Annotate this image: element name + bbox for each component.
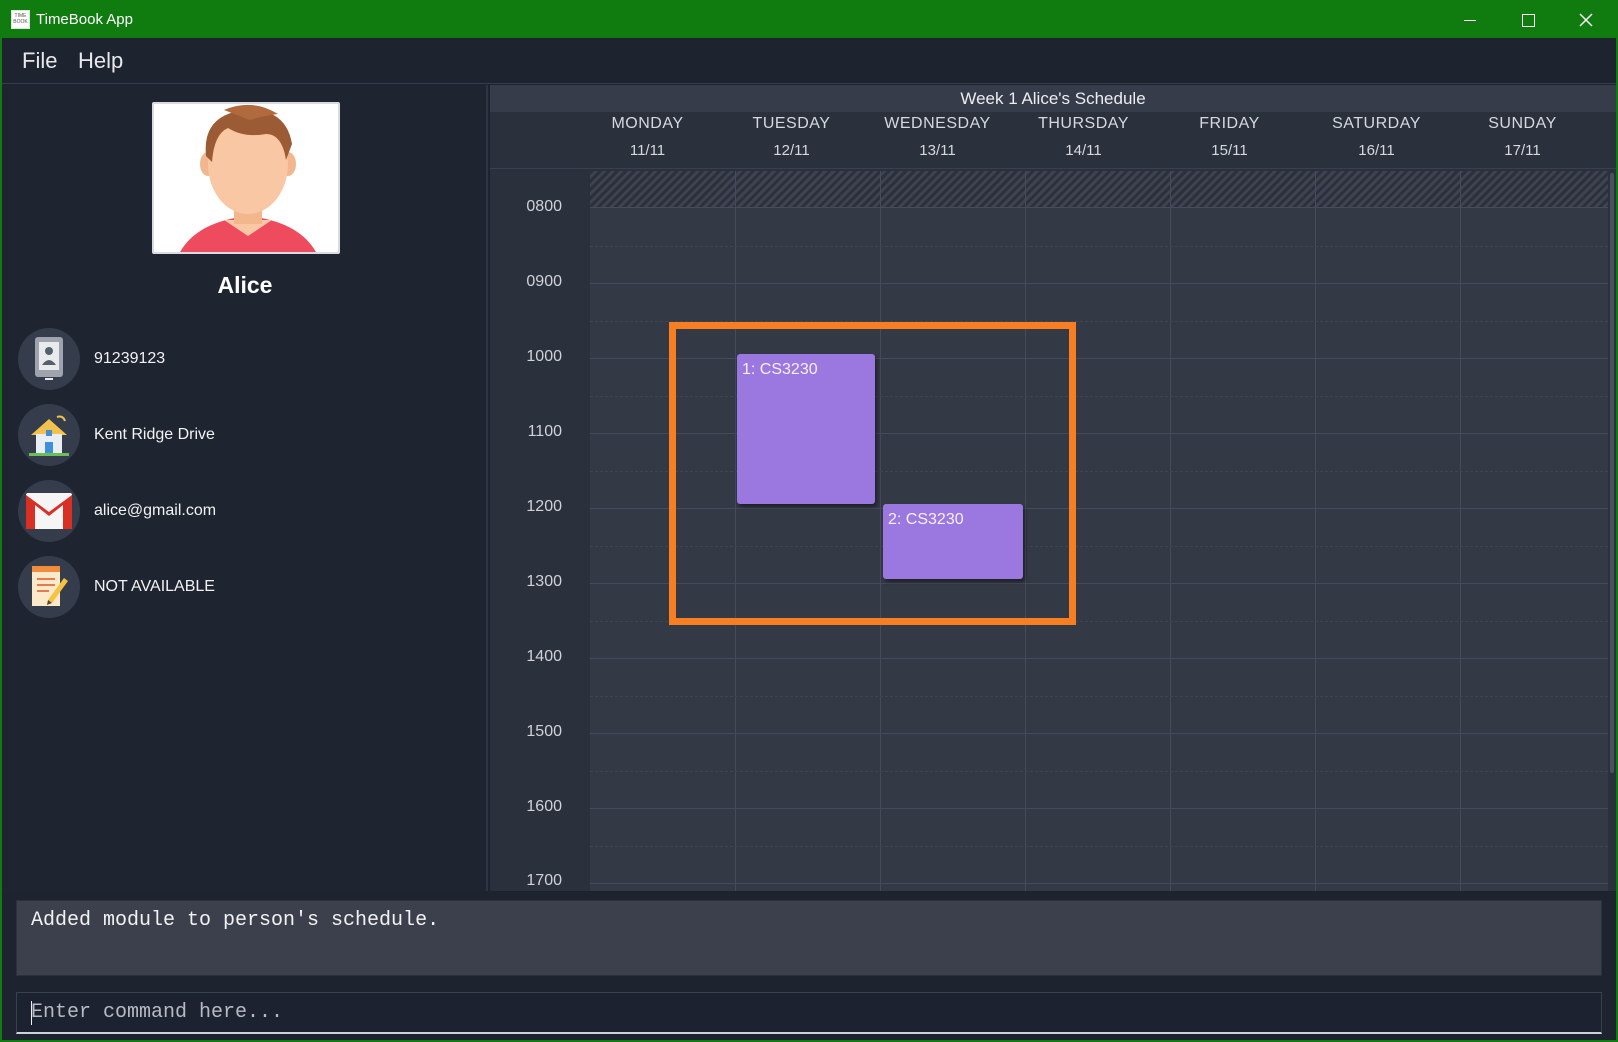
schedule-title: Week 1 Alice's Schedule (960, 89, 1146, 108)
time-label: 1400 (526, 648, 562, 665)
grid-line (590, 771, 1608, 772)
day-header-friday: FRIDAY 15/11 (1157, 115, 1302, 159)
grid-line (1170, 171, 1171, 891)
grid-line (590, 808, 1608, 809)
grid-line (590, 246, 1608, 247)
day-date: 14/11 (1065, 142, 1102, 159)
schedule-title-bar: Week 1 Alice's Schedule (490, 85, 1616, 112)
time-label: 0800 (526, 198, 562, 215)
schedule-scrollbar[interactable] (1610, 173, 1614, 773)
remark-row: NOT AVAILABLE (18, 556, 468, 620)
day-date: 12/11 (773, 142, 810, 159)
title-bar: TIME BOOK TimeBook App (2, 2, 1616, 38)
gmail-icon (18, 480, 80, 542)
notepad-icon (18, 556, 80, 618)
phone-value: 91239123 (94, 350, 166, 367)
time-label: 1000 (526, 348, 562, 365)
grid-line (1315, 171, 1316, 891)
grid-line (590, 696, 1608, 697)
time-label: 1700 (526, 872, 562, 889)
grid-line (1460, 171, 1461, 891)
day-header-monday: MONDAY 11/11 (575, 115, 720, 159)
person-name: Alice (217, 272, 273, 298)
maximize-button[interactable] (1500, 2, 1556, 38)
phone-icon (18, 328, 80, 390)
house-icon (18, 404, 80, 466)
day-name: MONDAY (611, 115, 684, 132)
menu-help[interactable]: Help (78, 48, 123, 74)
blocked-time-band (590, 171, 1608, 208)
address-row: Kent Ridge Drive (18, 404, 468, 468)
app-window: TIME BOOK TimeBook App File Help Alice 9… (0, 0, 1618, 1042)
time-label: 1500 (526, 723, 562, 740)
day-header-wednesday: WEDNESDAY 13/11 (865, 115, 1010, 159)
close-button[interactable] (1558, 2, 1614, 38)
grid-line (590, 883, 1608, 884)
grid-line (590, 658, 1608, 659)
grid-line (590, 283, 1608, 284)
email-value: alice@gmail.com (94, 502, 217, 519)
result-display: Added module to person's schedule. (16, 900, 1602, 976)
day-date: 15/11 (1211, 142, 1248, 159)
text-caret (31, 1001, 32, 1025)
avatar (152, 102, 340, 254)
phone-row: 91239123 (18, 328, 468, 392)
window-title: TimeBook App (36, 11, 133, 28)
command-box[interactable] (16, 992, 1602, 1034)
time-label: 0900 (526, 273, 562, 290)
email-row: alice@gmail.com (18, 480, 468, 544)
time-label: 1600 (526, 798, 562, 815)
menu-file[interactable]: File (22, 48, 57, 74)
day-date: 17/11 (1504, 142, 1541, 159)
day-name: TUESDAY (752, 115, 831, 132)
close-icon (1579, 13, 1593, 27)
menu-bar: File Help (2, 38, 1616, 84)
schedule-header: Week 1 Alice's Schedule MONDAY 11/11 TUE… (490, 85, 1616, 169)
person-detail-panel: Alice 91239123 Kent Ridge Drive alice@gm… (2, 85, 488, 891)
day-name: FRIDAY (1199, 115, 1260, 132)
day-date: 11/11 (629, 142, 666, 159)
day-date: 16/11 (1358, 142, 1395, 159)
day-name: THURSDAY (1038, 115, 1129, 132)
day-name: WEDNESDAY (884, 115, 991, 132)
highlight-annotation (669, 322, 1076, 625)
command-input[interactable] (17, 993, 1601, 1032)
day-name: SUNDAY (1488, 115, 1557, 132)
grid-line (590, 733, 1608, 734)
day-header-thursday: THURSDAY 14/11 (1011, 115, 1156, 159)
result-message: Added module to person's schedule. (31, 909, 440, 932)
grid-line (590, 846, 1608, 847)
day-header-sunday: SUNDAY 17/11 (1450, 115, 1595, 159)
day-header-saturday: SATURDAY 16/11 (1304, 115, 1449, 159)
time-label: 1200 (526, 498, 562, 515)
time-label: 1300 (526, 573, 562, 590)
remark-value: NOT AVAILABLE (94, 578, 215, 595)
address-value: Kent Ridge Drive (94, 426, 215, 443)
person-avatar-icon (154, 104, 338, 252)
minimize-button[interactable] (1442, 2, 1498, 38)
day-header-tuesday: TUESDAY 12/11 (719, 115, 864, 159)
day-date: 13/11 (919, 142, 956, 159)
day-name: SATURDAY (1332, 115, 1421, 132)
app-logo-icon: TIME BOOK (11, 10, 30, 29)
time-label: 1100 (527, 423, 562, 440)
